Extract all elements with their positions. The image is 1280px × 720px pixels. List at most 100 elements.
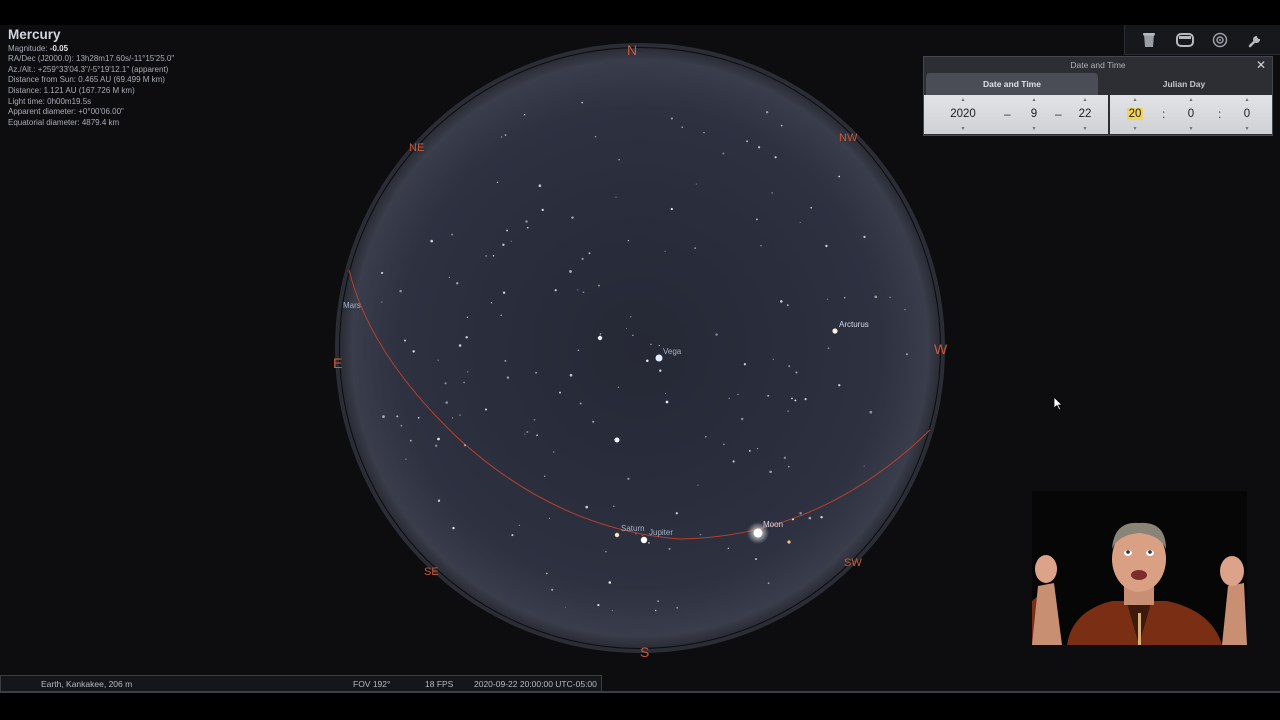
minute-up-arrow-icon[interactable]: ▲ — [1176, 97, 1206, 103]
year-spinner[interactable]: ▲ 2020 ▼ — [948, 95, 978, 134]
star — [787, 465, 790, 468]
minute-down-arrow-icon[interactable]: ▼ — [1176, 126, 1206, 132]
star — [437, 499, 441, 502]
star-bright-1[interactable] — [597, 335, 603, 341]
star — [767, 582, 770, 585]
star — [657, 600, 660, 603]
star — [381, 271, 384, 274]
compass-ne: NE — [409, 142, 424, 154]
star — [551, 588, 554, 591]
compass-nw: NW — [839, 132, 858, 144]
star — [611, 610, 613, 612]
location-text[interactable]: Earth, Kankakee, 206 m — [41, 676, 132, 692]
star — [526, 430, 529, 434]
datetime-text[interactable]: 2020-09-22 20:00:00 UTC-05:00 — [474, 676, 597, 692]
star — [581, 257, 584, 261]
second-down-arrow-icon[interactable]: ▼ — [1232, 126, 1262, 132]
month-value[interactable]: 9 — [1019, 108, 1049, 121]
day-value[interactable]: 22 — [1070, 108, 1100, 121]
window-title-text: Date and Time — [1070, 60, 1126, 70]
apparent-diameter-line: Apparent diameter: +0°00'06.00" — [8, 107, 124, 117]
hour-value[interactable]: 20 — [1126, 108, 1144, 120]
star — [650, 343, 652, 346]
star — [743, 363, 747, 366]
star — [552, 451, 555, 453]
minute-value[interactable]: 0 — [1176, 108, 1206, 121]
star — [467, 371, 469, 373]
month-up-arrow-icon[interactable]: ▲ — [1019, 97, 1049, 103]
minute-spinner[interactable]: ▲ 0 ▼ — [1176, 95, 1206, 134]
star — [630, 316, 632, 318]
star — [581, 101, 584, 104]
object-name: Mercury — [8, 27, 61, 42]
star-bright-2[interactable] — [614, 437, 620, 443]
second-value[interactable]: 0 — [1232, 108, 1262, 121]
second-spinner[interactable]: ▲ 0 ▼ — [1232, 95, 1262, 134]
star — [728, 397, 730, 399]
star — [490, 302, 493, 304]
year-value[interactable]: 2020 — [948, 108, 978, 121]
star — [571, 216, 574, 219]
star — [558, 391, 562, 394]
bucket-icon[interactable] — [1138, 29, 1160, 51]
vega-star[interactable] — [655, 354, 663, 362]
saturn-planet[interactable] — [614, 532, 620, 538]
star — [465, 336, 468, 339]
azalt-line: Az./Alt.: +259°33'04.3"/-5°19'12.1" (app… — [8, 64, 169, 74]
star — [904, 308, 906, 311]
moon-disc[interactable] — [753, 528, 763, 538]
star — [665, 400, 669, 404]
wrench-icon[interactable] — [1245, 29, 1267, 51]
star — [788, 365, 791, 368]
star — [500, 136, 503, 138]
second-up-arrow-icon[interactable]: ▲ — [1232, 97, 1262, 103]
stellarium-view[interactable]: Mars Vega Arcturus Saturn Jupiter Moon N… — [0, 25, 1280, 693]
day-down-arrow-icon[interactable]: ▼ — [1070, 126, 1100, 132]
tab-julian-day[interactable]: Julian Day — [1098, 73, 1270, 95]
arcturus-star[interactable] — [832, 328, 838, 334]
star — [448, 276, 450, 279]
star — [579, 402, 582, 405]
star — [732, 460, 735, 463]
month-spinner[interactable]: ▲ 9 ▼ — [1019, 95, 1049, 134]
star — [485, 408, 487, 411]
star — [780, 124, 783, 127]
arcturus-label: Arcturus — [839, 320, 869, 329]
star — [569, 373, 573, 377]
star — [597, 604, 600, 607]
star — [783, 456, 787, 459]
star — [492, 255, 495, 257]
hour-spinner[interactable]: ▲ 20 ▼ — [1120, 95, 1150, 134]
star — [905, 353, 909, 356]
distance-line: Distance: 1.121 AU (167.726 M km) — [8, 85, 135, 95]
satellite-icon[interactable] — [1209, 29, 1231, 51]
star — [703, 132, 705, 134]
star — [403, 339, 407, 342]
star — [715, 333, 718, 336]
month-down-arrow-icon[interactable]: ▼ — [1019, 126, 1049, 132]
star — [451, 233, 454, 236]
hour-up-arrow-icon[interactable]: ▲ — [1120, 97, 1150, 103]
hour-down-arrow-icon[interactable]: ▼ — [1120, 126, 1150, 132]
star — [496, 181, 499, 183]
year-down-arrow-icon[interactable]: ▼ — [948, 126, 978, 132]
star-orange[interactable] — [787, 540, 791, 544]
window-icon[interactable] — [1174, 29, 1196, 51]
star — [409, 439, 412, 442]
close-icon[interactable]: ✕ — [1256, 58, 1266, 72]
compass-se: SE — [424, 566, 439, 578]
day-up-arrow-icon[interactable]: ▲ — [1070, 97, 1100, 103]
star — [536, 434, 538, 436]
year-up-arrow-icon[interactable]: ▲ — [948, 97, 978, 103]
tab-date-and-time[interactable]: Date and Time — [926, 73, 1098, 95]
star — [787, 410, 789, 412]
window-title: Date and Time ✕ — [924, 57, 1272, 72]
star — [500, 314, 503, 317]
jupiter-planet[interactable] — [640, 536, 648, 544]
day-spinner[interactable]: ▲ 22 ▼ — [1070, 95, 1100, 134]
star — [756, 218, 758, 221]
distance-sun-line: Distance from Sun: 0.465 AU (69.499 M km… — [8, 75, 165, 85]
status-bar: Earth, Kankakee, 206 m FOV 192° 18 FPS 2… — [0, 675, 602, 692]
star — [869, 410, 873, 414]
star — [437, 359, 439, 361]
